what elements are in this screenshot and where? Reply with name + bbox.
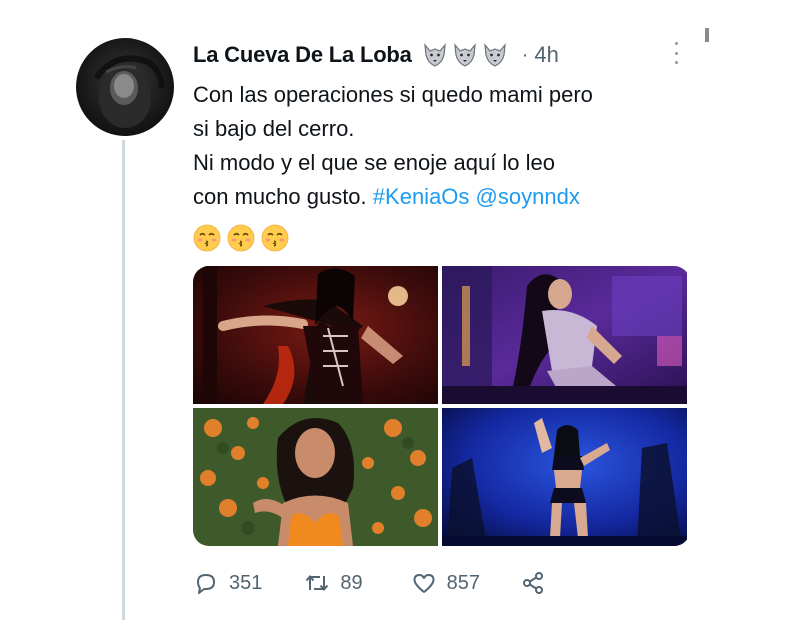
tweet-header: La Cueva De La Loba · 4h	[193, 40, 559, 70]
tweet-text-line: Ni modo y el que se enoje aquí lo leo	[193, 150, 556, 175]
thread-connector-line	[122, 140, 125, 620]
retweet-button[interactable]: 89	[304, 570, 363, 596]
share-icon	[523, 572, 543, 594]
photo-performer-red-stage[interactable]	[193, 266, 438, 404]
reply-icon	[197, 574, 215, 594]
photo-woman-orange-flowers[interactable]	[193, 408, 438, 546]
name-badges	[422, 42, 508, 68]
share-button[interactable]	[520, 570, 546, 596]
wolf-icon	[453, 43, 476, 67]
retweet-icon	[306, 574, 329, 592]
more-options-icon[interactable]	[672, 40, 680, 66]
reply-button[interactable]: 351	[193, 570, 262, 596]
heart-icon	[413, 574, 435, 593]
avatar[interactable]	[76, 38, 174, 136]
hashtag-link[interactable]: #KeniaOs	[373, 184, 470, 209]
tweet-text-line: con mucho gusto. #KeniaOs @soynndx	[193, 180, 713, 214]
tweet-text-line: Con las operaciones si quedo mami pero	[193, 82, 593, 107]
media-grid	[193, 266, 690, 546]
avatar-image	[93, 55, 165, 128]
photo-performer-blue-stage[interactable]	[442, 408, 687, 546]
display-name[interactable]: La Cueva De La Loba	[193, 42, 412, 68]
kissing-face-icon	[261, 224, 289, 252]
emoji-row	[193, 224, 289, 252]
mention-link[interactable]: @soynndx	[476, 184, 580, 209]
tweet-text-fragment: con mucho gusto.	[193, 184, 367, 209]
reply-count: 351	[229, 571, 263, 594]
kissing-face-icon	[227, 224, 255, 252]
header-separator: ·	[521, 43, 529, 66]
retweet-count: 89	[340, 571, 363, 594]
wolf-icon	[483, 43, 506, 67]
kissing-face-icon	[193, 224, 221, 252]
tweet-text: Con las operaciones si quedo mami pero s…	[193, 78, 713, 214]
tweet-actions: 351 89 857	[193, 566, 546, 600]
photo-performer-purple-stage[interactable]	[442, 266, 687, 404]
wolf-icon	[423, 43, 446, 67]
like-count: 857	[446, 571, 480, 594]
scrollbar-thumb[interactable]	[705, 28, 709, 42]
like-button[interactable]: 857	[411, 570, 480, 596]
timestamp[interactable]: 4h	[534, 42, 558, 68]
tweet-text-line: si bajo del cerro.	[193, 116, 355, 141]
